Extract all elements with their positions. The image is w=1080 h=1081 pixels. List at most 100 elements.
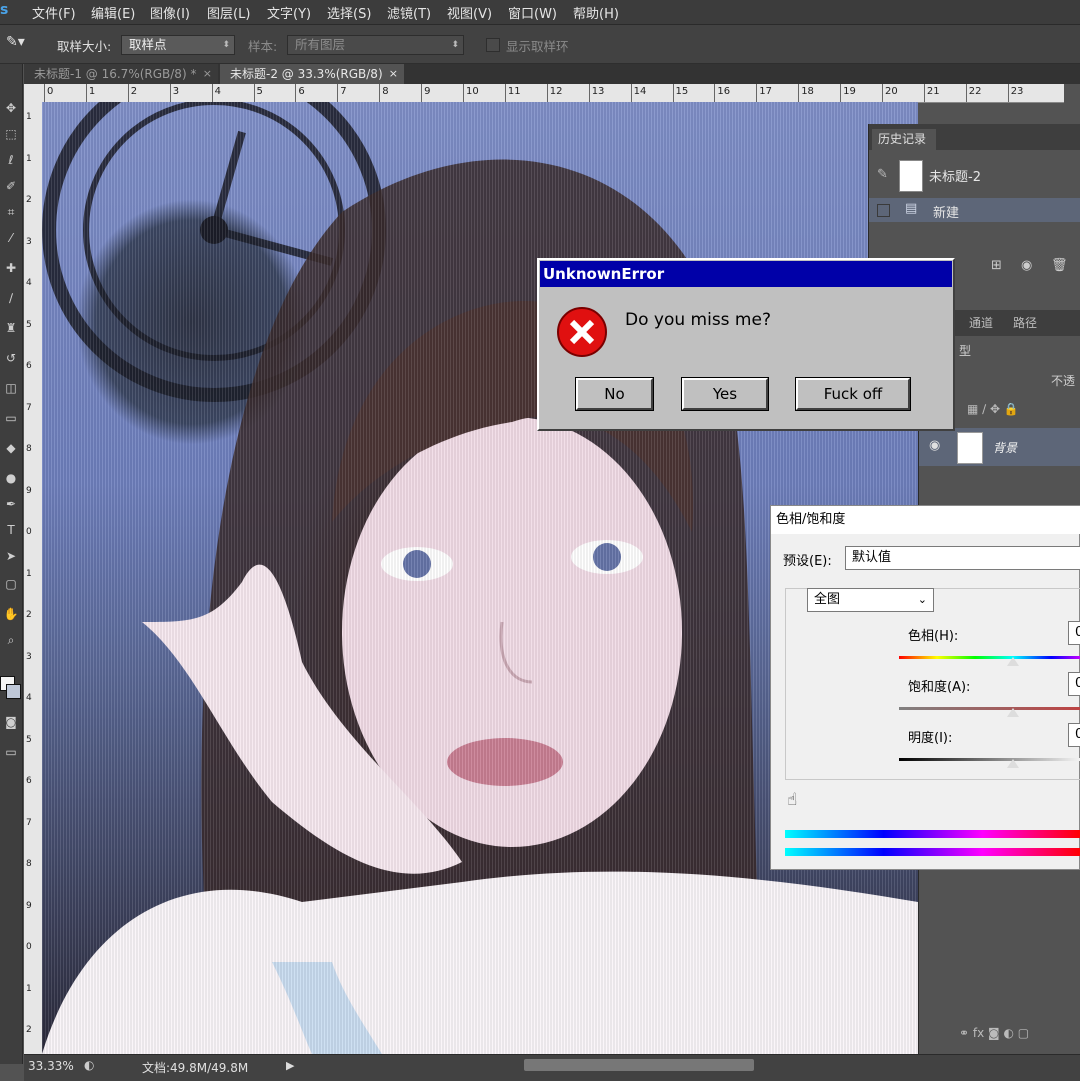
menu-layer[interactable]: 图层(L) xyxy=(207,3,250,22)
path-select-icon[interactable]: ➤ xyxy=(3,548,19,564)
show-ring-checkbox[interactable] xyxy=(486,38,500,52)
zoom-level[interactable]: 33.33% xyxy=(28,1059,74,1073)
zoom-tool-icon[interactable]: ⌕ xyxy=(3,632,19,648)
eraser-tool-icon[interactable]: ◫ xyxy=(3,380,19,396)
eyedropper-tool-icon[interactable]: ⁄ xyxy=(3,230,19,246)
quick-select-tool-icon[interactable]: ✐ xyxy=(3,178,19,194)
menu-view[interactable]: 视图(V) xyxy=(447,3,492,22)
hand-tool-icon[interactable]: ✋ xyxy=(3,606,19,622)
eyedropper-icon[interactable]: ✎▾ xyxy=(6,34,25,50)
menu-edit[interactable]: 编辑(E) xyxy=(91,3,135,22)
ruler-tick-line xyxy=(756,84,758,102)
camera-icon[interactable]: ◉ xyxy=(1021,258,1032,273)
crop-tool-icon[interactable]: ⌗ xyxy=(3,204,19,220)
history-step-checkbox[interactable] xyxy=(877,204,890,217)
screen-mode-icon[interactable]: ▭ xyxy=(3,744,19,760)
ruler-tick-line xyxy=(882,84,883,102)
ruler-tick-label: 6 xyxy=(26,776,32,786)
options-bar: ✎▾ 取样大小: 取样点 ⬍ 样本: 所有图层 ⬍ 显示取样环 xyxy=(0,25,1080,64)
menu-window[interactable]: 窗口(W) xyxy=(508,3,557,22)
move-tool-icon[interactable]: ✥ xyxy=(3,100,19,116)
status-menu-arrow-icon[interactable]: ▶ xyxy=(286,1059,294,1072)
tab-paths[interactable]: 路径 xyxy=(1013,314,1037,331)
menu-help[interactable]: 帮助(H) xyxy=(573,3,619,22)
error-dialog: UnknownError Do you miss me? No Yes Fuck… xyxy=(537,258,955,431)
ruler-tick-line xyxy=(672,84,674,102)
background-color-swatch[interactable] xyxy=(6,684,21,699)
history-step-row[interactable]: ▤ 新建 xyxy=(869,198,1080,222)
fuck-off-button[interactable]: Fuck off xyxy=(795,377,911,411)
stamp-tool-icon[interactable]: ♜ xyxy=(3,320,19,336)
layer-footer-icons[interactable]: ⚭ fx ◙ ◐ ▢ xyxy=(959,1026,1029,1040)
close-icon[interactable]: × xyxy=(203,64,212,84)
ruler-tick-label: 4 xyxy=(26,278,32,288)
horizontal-scrollbar[interactable] xyxy=(524,1059,754,1071)
gradient-tool-icon[interactable]: ▭ xyxy=(3,410,19,426)
new-document-icon[interactable]: ⊞ xyxy=(991,258,1002,273)
lightness-label: 明度(I): xyxy=(908,731,953,746)
tab-doc-2[interactable]: 未标题-2 @ 33.3%(RGB/8) × xyxy=(220,64,404,84)
tab-doc-1[interactable]: 未标题-1 @ 16.7%(RGB/8) * × xyxy=(24,64,218,84)
lock-icons[interactable]: ▦ ∕ ✥ 🔒 xyxy=(967,402,1019,416)
ruler-tick-label: 2 xyxy=(130,86,138,97)
ruler-tick-label: 11 xyxy=(507,86,521,97)
ruler-tick-label: 2 xyxy=(26,1025,32,1035)
saturation-slider-thumb[interactable] xyxy=(1007,708,1019,717)
ruler-tick-label: 0 xyxy=(26,527,32,537)
yes-button[interactable]: Yes xyxy=(681,377,769,411)
shape-tool-icon[interactable]: ▢ xyxy=(3,576,19,592)
stepper-icon: ⬍ xyxy=(451,40,459,50)
hue-input[interactable]: 0 xyxy=(1068,621,1080,645)
error-message: Do you miss me? xyxy=(625,310,771,330)
tab-channels[interactable]: 通道 xyxy=(969,314,993,331)
tab-history[interactable]: 历史记录 xyxy=(872,129,936,150)
history-snapshot-row[interactable]: ✎ 未标题-2 xyxy=(869,158,1080,192)
eye-icon[interactable]: ◉ xyxy=(929,438,940,453)
preset-value: 默认值 xyxy=(852,550,892,565)
dodge-tool-icon[interactable]: ● xyxy=(3,470,19,486)
menu-image[interactable]: 图像(I) xyxy=(150,3,190,22)
ruler-tick-label: 1 xyxy=(26,153,32,164)
sample-label: 样本: xyxy=(248,39,278,54)
sample-dropdown[interactable]: 所有图层 ⬍ xyxy=(287,35,464,55)
menu-file[interactable]: 文件(F) xyxy=(32,3,76,22)
saturation-input[interactable]: 0 xyxy=(1068,672,1080,696)
marquee-tool-icon[interactable]: ⬚ xyxy=(3,126,19,142)
brush-source-icon[interactable]: ✎ xyxy=(877,167,888,182)
sample-size-dropdown[interactable]: 取样点 ⬍ xyxy=(121,35,235,55)
lightness-slider-thumb[interactable] xyxy=(1007,759,1019,768)
preset-dropdown[interactable]: 默认值 xyxy=(845,546,1080,570)
targeted-adjust-hand-icon[interactable]: ☝ xyxy=(787,790,797,810)
menu-filter[interactable]: 滤镜(T) xyxy=(387,3,431,22)
lasso-tool-icon[interactable]: ℓ xyxy=(3,152,19,168)
type-tool-icon[interactable]: T xyxy=(3,522,19,538)
pen-tool-icon[interactable]: ✒ xyxy=(3,496,19,512)
status-share-icon[interactable]: ◐ xyxy=(84,1058,94,1072)
menu-type[interactable]: 文字(Y) xyxy=(267,3,311,22)
app-logo: s xyxy=(0,2,9,18)
blur-tool-icon[interactable]: ◆ xyxy=(3,440,19,456)
quick-mask-icon[interactable]: ◙ xyxy=(3,714,19,730)
ruler-tick-line xyxy=(169,84,171,102)
layer-kind-filter[interactable]: 型 xyxy=(959,342,971,359)
trash-icon[interactable]: 🗑 xyxy=(1051,258,1068,273)
color-bar-top xyxy=(785,830,1080,838)
ruler-tick-label: 7 xyxy=(340,86,347,97)
hue-slider-thumb[interactable] xyxy=(1007,657,1019,666)
history-brush-icon[interactable]: ↺ xyxy=(3,350,19,366)
menu-select[interactable]: 选择(S) xyxy=(327,3,371,22)
close-icon[interactable]: × xyxy=(389,64,398,84)
ruler-tick-label: 9 xyxy=(26,485,32,496)
brush-tool-icon[interactable]: ∕ xyxy=(3,290,19,306)
healing-tool-icon[interactable]: ✚ xyxy=(3,260,19,276)
no-button[interactable]: No xyxy=(575,377,654,411)
layer-row-background[interactable]: ◉ 背景 xyxy=(919,428,1080,466)
error-icon xyxy=(557,307,607,357)
ruler-tick-line xyxy=(127,84,129,102)
lightness-input[interactable]: 0 xyxy=(1068,723,1080,747)
ruler-tick-label: 2 xyxy=(26,195,32,205)
menu-bar: s 文件(F) 编辑(E) 图像(I) 图层(L) 文字(Y) 选择(S) 滤镜… xyxy=(0,0,1080,25)
hue-dialog-title: 色相/饱和度 xyxy=(771,506,1080,534)
channel-dropdown[interactable]: 全图 ⌄ xyxy=(807,588,934,612)
ruler-tick-label: 15 xyxy=(675,86,689,97)
